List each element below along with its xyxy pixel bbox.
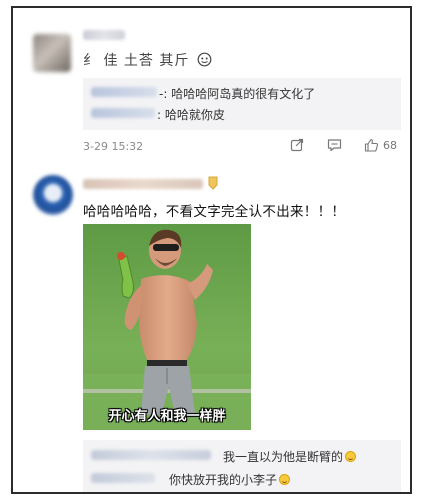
like-button[interactable]: 68 bbox=[364, 138, 397, 152]
username[interactable]: 纟 佳 土荅 其斤 bbox=[83, 50, 212, 70]
badge-icon bbox=[208, 176, 218, 190]
reply-username-blur bbox=[91, 87, 157, 97]
share-icon bbox=[290, 138, 304, 152]
username-blur bbox=[83, 30, 125, 40]
timestamp: 3-29 15:32 bbox=[83, 140, 144, 153]
reply-username-blur bbox=[91, 450, 211, 460]
reply-username-blur bbox=[91, 108, 155, 118]
reply-text[interactable]: 你快放开我的小李子 bbox=[169, 471, 291, 488]
avatar[interactable] bbox=[33, 34, 71, 72]
reply-text[interactable]: 我一直以为他是断臂的 bbox=[223, 448, 357, 465]
avatar[interactable] bbox=[33, 175, 73, 215]
reply-quote: -: 哈哈哈阿岛真的很有文化了 : 哈哈就你皮 bbox=[83, 78, 401, 130]
reply-username-blur bbox=[91, 473, 155, 483]
reply-button[interactable] bbox=[327, 138, 342, 152]
like-icon bbox=[364, 138, 379, 152]
badge-icon bbox=[197, 52, 212, 67]
username-blur[interactable] bbox=[83, 179, 203, 189]
reply-text[interactable]: : 哈哈就你皮 bbox=[157, 106, 225, 123]
comment-image[interactable]: 开心有人和我一样胖 bbox=[83, 224, 251, 430]
screenshot-frame: 纟 佳 土荅 其斤 -: 哈哈哈阿岛真的很有文化了 : 哈哈就你皮 3-29 1… bbox=[11, 6, 412, 494]
reply-text[interactable]: -: 哈哈哈阿岛真的很有文化了 bbox=[159, 85, 315, 102]
laugh-emoji-icon bbox=[279, 474, 291, 485]
image-caption: 开心有人和我一样胖 bbox=[108, 409, 226, 424]
share-button[interactable] bbox=[290, 138, 304, 152]
photo-illustration bbox=[83, 224, 251, 430]
reply-quote: 我一直以为他是断臂的 你快放开我的小李子 bbox=[83, 440, 401, 492]
comment-text[interactable]: 哈哈哈哈哈，不看文字完全认不出来！！！ bbox=[83, 200, 345, 220]
laugh-emoji-icon bbox=[345, 451, 357, 462]
reply-icon bbox=[327, 139, 342, 152]
like-count: 68 bbox=[383, 138, 397, 152]
